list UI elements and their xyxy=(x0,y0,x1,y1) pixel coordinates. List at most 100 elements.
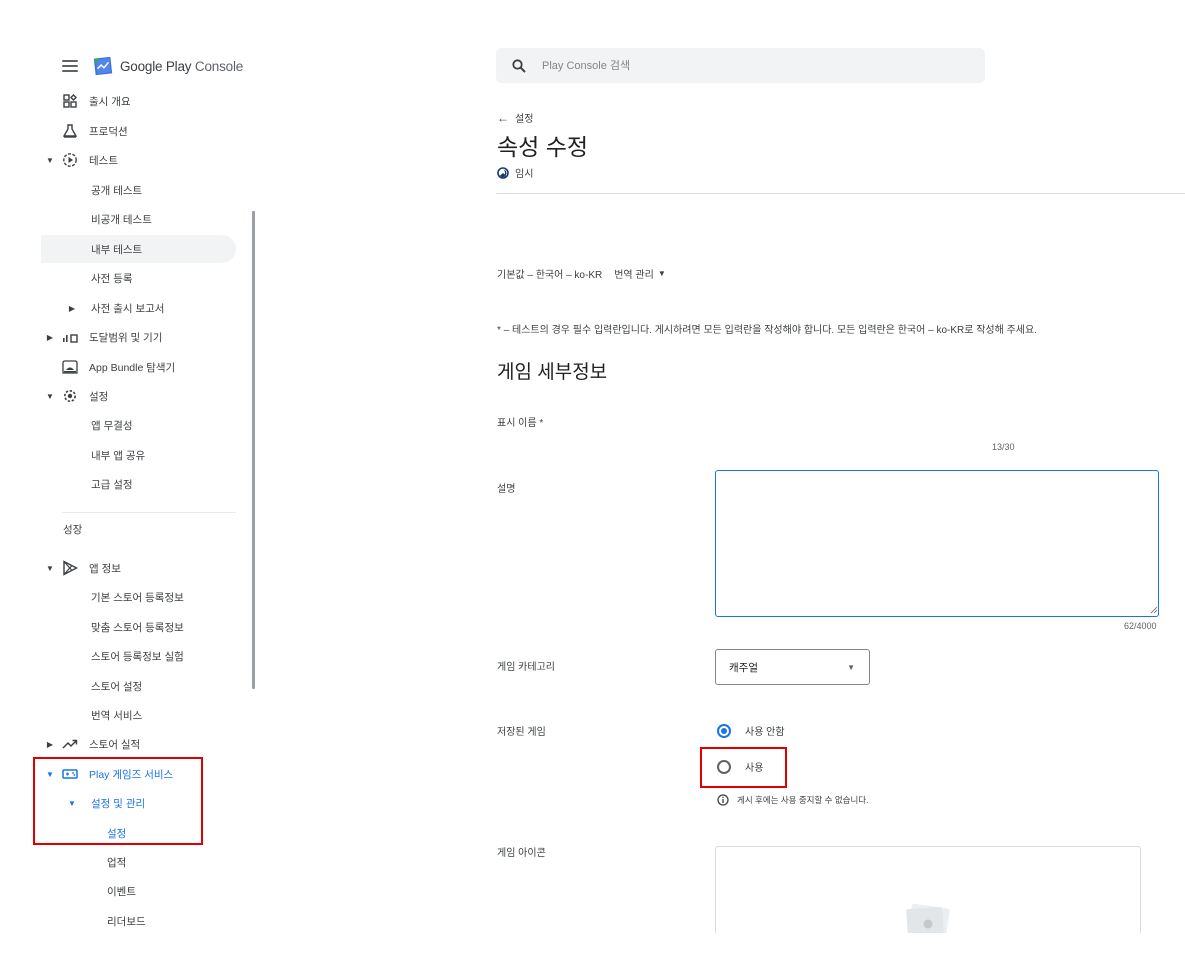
sidebar-item-label: 맞춤 스토어 등록정보 xyxy=(91,621,184,634)
sidebar-item-label: 이벤트 xyxy=(107,885,136,898)
sidebar-item-store-listing-experiments[interactable]: 스토어 등록정보 실험 xyxy=(91,642,184,670)
info-icon xyxy=(717,794,729,806)
chevron-right-icon[interactable]: ▶ xyxy=(45,740,55,749)
description-counter: 62/4000 xyxy=(1124,621,1157,631)
sidebar-item-pre-registration[interactable]: 사전 등록 xyxy=(91,264,133,292)
play-console-logo-icon xyxy=(93,56,113,76)
trending-icon xyxy=(62,736,78,752)
display-name-label: 표시 이름 * xyxy=(497,418,544,429)
sidebar-item-label: 리더보드 xyxy=(107,915,146,928)
sidebar-item-custom-store-listing[interactable]: 맞춤 스토어 등록정보 xyxy=(91,613,184,641)
manage-translations-button[interactable]: 번역 관리 ▼ xyxy=(614,266,666,281)
page-title: 속성 수정 xyxy=(497,134,589,160)
sidebar-item-label: 번역 서비스 xyxy=(91,709,143,722)
header-divider xyxy=(496,193,1185,194)
sidebar-item-label: App Bundle 탐색기 xyxy=(89,361,176,374)
bundle-explorer-icon xyxy=(62,359,78,375)
back-link[interactable]: ← 설정 xyxy=(497,110,534,126)
highlight-box-radio xyxy=(700,747,787,788)
sidebar-item-label: 앱 무결성 xyxy=(91,419,133,432)
sidebar-item-bundle-explorer[interactable]: App Bundle 탐색기 xyxy=(62,353,175,381)
saved-games-info-text: 게시 후에는 사용 중지할 수 없습니다. xyxy=(737,795,869,805)
sidebar-item-leaderboards[interactable]: 리더보드 xyxy=(107,907,146,935)
sidebar-item-app-integrity[interactable]: 앱 무결성 xyxy=(91,411,133,439)
language-row: 기본값 – 한국어 – ko-KR 번역 관리 ▼ xyxy=(497,266,666,281)
manage-translations-label: 번역 관리 xyxy=(614,270,654,281)
sidebar-item-label: 앱 정보 xyxy=(89,562,121,575)
description-textarea[interactable] xyxy=(715,470,1159,617)
sidebar-item-label: 공개 테스트 xyxy=(91,184,143,197)
sidebar-item-label: 스토어 등록정보 실험 xyxy=(91,650,184,663)
chevron-down-icon[interactable]: ▼ xyxy=(45,156,55,165)
sidebar-item-internal-testing[interactable]: 내부 테스트 xyxy=(41,235,236,263)
chevron-down-icon[interactable]: ▼ xyxy=(45,564,55,573)
saved-games-option-off[interactable]: 사용 안함 xyxy=(717,723,785,738)
sidebar-item-pre-launch-report[interactable]: ▶ 사전 출시 보고서 xyxy=(67,294,165,322)
sidebar-item-closed-testing[interactable]: 비공개 테스트 xyxy=(91,205,152,233)
chevron-right-icon[interactable]: ▶ xyxy=(67,304,77,313)
sidebar-item-label: 내부 앱 공유 xyxy=(91,449,146,462)
sidebar-item-label: 프로덕션 xyxy=(89,125,128,138)
sidebar-item-label: 업적 xyxy=(107,856,127,869)
sidebar-item-settings[interactable]: ▼ 설정 xyxy=(45,382,108,410)
search-input[interactable] xyxy=(540,58,944,73)
sidebar-item-advanced-settings[interactable]: 고급 설정 xyxy=(91,470,133,498)
arrow-drop-down-icon: ▼ xyxy=(847,662,855,672)
description-label: 설명 xyxy=(497,484,516,495)
play-store-icon xyxy=(62,560,78,576)
game-category-label: 게임 카테고리 xyxy=(497,662,555,673)
sidebar-scrollbar[interactable] xyxy=(252,211,255,689)
required-fields-note: * – 테스트의 경우 필수 입력란입니다. 게시하려면 모든 입력란을 작성해… xyxy=(497,325,1037,336)
sidebar-item-label: 고급 설정 xyxy=(91,478,133,491)
sidebar-item-events[interactable]: 이벤트 xyxy=(107,877,136,905)
sidebar-item-app-info[interactable]: ▼ 앱 정보 xyxy=(45,554,121,582)
radio-label: 사용 안함 xyxy=(745,727,785,738)
sidebar-item-reach-devices[interactable]: ▶ 도달범위 및 기기 xyxy=(45,323,163,351)
sidebar-item-label: 설정 xyxy=(89,390,109,403)
test-icon xyxy=(62,152,78,168)
back-link-label: 설정 xyxy=(515,114,534,125)
section-title-game-details: 게임 세부정보 xyxy=(497,362,608,383)
reach-devices-icon xyxy=(62,329,78,345)
menu-icon[interactable] xyxy=(62,60,78,72)
default-language-label: 기본값 – 한국어 – ko-KR xyxy=(497,270,603,281)
resize-grip-icon[interactable] xyxy=(1150,606,1158,614)
sidebar-item-label: 도달범위 및 기기 xyxy=(89,331,163,344)
chevron-right-icon[interactable]: ▶ xyxy=(45,333,55,342)
sidebar-item-store-performance[interactable]: ▶ 스토어 실적 xyxy=(45,730,140,758)
status-badge: 임시 xyxy=(497,165,533,180)
highlight-box-sidebar xyxy=(33,757,203,845)
sidebar-item-production[interactable]: 프로덕션 xyxy=(62,117,236,145)
sidebar-item-release-overview[interactable]: 출시 개요 xyxy=(62,87,236,115)
arrow-drop-down-icon: ▼ xyxy=(657,269,666,278)
search-icon xyxy=(512,58,526,73)
sidebar-item-achievements[interactable]: 업적 xyxy=(107,848,126,876)
status-label: 임시 xyxy=(515,169,534,180)
dashboard-icon xyxy=(62,93,78,109)
saved-games-info: 게시 후에는 사용 중지할 수 없습니다. xyxy=(717,794,868,806)
sidebar-item-label: 사전 등록 xyxy=(91,272,133,285)
draft-status-icon xyxy=(497,166,509,179)
sidebar-item-label: 스토어 실적 xyxy=(89,738,141,751)
viewport-bottom xyxy=(0,933,1185,980)
production-icon xyxy=(62,123,78,139)
game-icon-label: 게임 아이콘 xyxy=(497,848,546,859)
game-category-select[interactable]: 캐주얼 ▼ xyxy=(715,649,870,685)
image-placeholder-icon xyxy=(906,903,950,936)
sidebar-item-translation-service[interactable]: 번역 서비스 xyxy=(91,701,142,729)
sidebar-item-test[interactable]: ▼ 테스트 xyxy=(45,146,236,174)
sidebar-item-open-testing[interactable]: 공개 테스트 xyxy=(91,176,142,204)
search-bar[interactable] xyxy=(496,48,985,83)
sidebar-item-label: 비공개 테스트 xyxy=(91,213,152,226)
sidebar-item-main-store-listing[interactable]: 기본 스토어 등록정보 xyxy=(91,583,184,611)
saved-games-label: 저장된 게임 xyxy=(497,727,546,738)
sidebar-item-label: 기본 스토어 등록정보 xyxy=(91,591,184,604)
sidebar-item-store-settings[interactable]: 스토어 설정 xyxy=(91,672,142,700)
radio-checked-icon[interactable] xyxy=(717,723,731,738)
sidebar-divider xyxy=(62,512,236,513)
sidebar-item-internal-app-sharing[interactable]: 내부 앱 공유 xyxy=(91,441,145,469)
chevron-down-icon[interactable]: ▼ xyxy=(45,392,55,401)
sidebar-section-growth: 성장 xyxy=(63,524,83,536)
sidebar-item-label: 테스트 xyxy=(89,154,118,167)
app-title: Google Play Console xyxy=(120,58,244,74)
